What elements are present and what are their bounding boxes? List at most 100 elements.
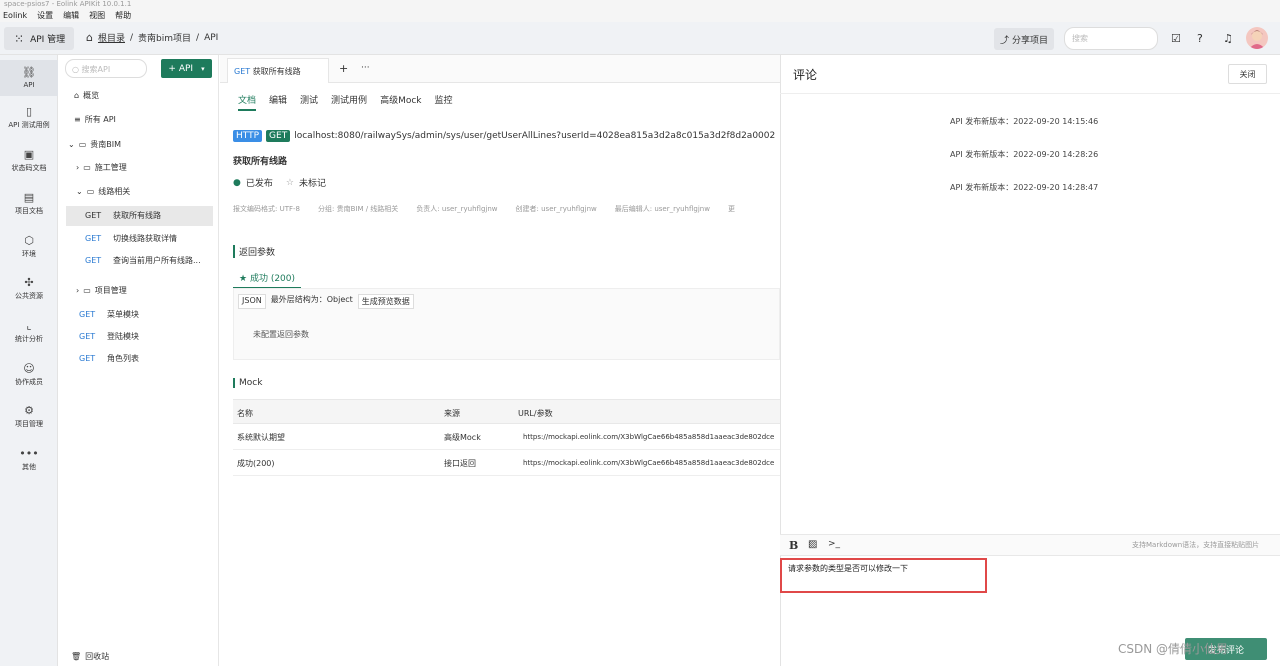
tab-test[interactable]: 测试 [300,93,318,111]
nav-statistics[interactable]: ⌞ 统计分析 [0,319,58,344]
chevron-down-icon: ⌄ [76,187,83,196]
tree-group-bim[interactable]: ⌄ ▭ 贵南BIM [68,139,121,150]
version-log: API 发布新版本：2022-09-20 14:15:46 [950,117,1099,126]
markdown-hint: 支持Markdown语法，支持直接粘贴图片 [1132,541,1260,549]
version-log: API 发布新版本：2022-09-20 14:28:47 [950,183,1099,192]
tab-more-button[interactable]: ··· [361,63,370,73]
tree-api-item[interactable]: GET 查询当前用户所有线路... [85,255,201,266]
tab-advanced-mock[interactable]: 高级Mock [380,93,421,111]
menu-eolink[interactable]: Eolink [3,9,27,22]
left-nav: ⛓ API ▯ API 测试用例 ▣ 状态码文档 ▤ 项目文档 ⬡ 环境 ✣ 公共资源 ⌞ 统… [0,55,58,666]
api-url-row: HTTP GET localhost:8080/railwaySys/admin… [233,130,775,142]
api-detail-panel [220,55,780,666]
nav-environment[interactable]: ⬡ 环境 [0,234,58,259]
table-row[interactable]: 成功(200) 接口返回 https://mockapi.eolink.com/… [233,450,780,476]
code-icon: ▣ [23,148,35,161]
nav-api[interactable]: ⛓ API [0,60,58,96]
users-icon: ☺ [23,362,35,375]
empty-response-text: 未配置返回参数 [253,330,309,339]
doc-tab-active[interactable]: GET 获取所有线路 [227,58,329,83]
tree-folder-project[interactable]: › ▭ 项目管理 [76,285,127,296]
recycle-bin[interactable]: 🗑 回收站 [71,651,109,662]
chevron-right-icon: › [76,163,80,172]
nav-members[interactable]: ☺ 协作成员 [0,362,58,387]
chevron-down-icon: ⌄ [68,140,75,149]
trash-icon: 🗑 [71,652,82,661]
tree-overview[interactable]: ⌂ 概览 [74,90,99,101]
breadcrumb: ⌂ 根目录 / 贵南bim项目 / API [86,31,219,44]
bold-icon[interactable]: B [789,539,798,552]
share-label: 分享项目 [1012,35,1049,46]
avatar[interactable] [1246,27,1268,49]
menu-view[interactable]: 视图 [89,9,105,22]
tree-api-item[interactable]: GET 菜单模块 [79,309,139,320]
add-tab-button[interactable]: + [339,62,348,75]
star-icon[interactable]: ☆ [286,178,294,188]
method-tag: GET [266,130,291,142]
protocol-tag: HTTP [233,130,263,142]
api-url: localhost:8080/railwaySys/admin/sys/user… [294,131,776,141]
breadcrumb-root[interactable]: 根目录 [98,31,125,44]
caret-down-icon: ▾ [201,64,205,73]
generate-preview-button[interactable]: 生成预览数据 [357,294,414,309]
chevron-right-icon: › [76,286,80,295]
search-icon: ○ [72,65,79,74]
inbox-icon[interactable]: ☑ [1171,32,1181,45]
folder-icon: ▭ [86,187,95,196]
tree-api-item[interactable]: GET 切换线路获取详情 [85,233,177,244]
tab-docs[interactable]: 文档 [238,93,257,111]
nav-other[interactable]: ••• 其他 [0,447,58,472]
folder-icon: ▭ [83,163,91,172]
mock-section-title: Mock [233,378,262,388]
tree-folder-lines[interactable]: ⌄ ▭ 线路相关 [76,186,130,197]
home-icon: ⌂ [74,91,80,100]
tree-all-api[interactable]: ≡ 所有 API [74,114,116,125]
share-project-button[interactable]: ⤴ 分享项目 [994,28,1054,50]
star-icon: ★ [239,274,248,284]
share-icon: ⤴ [999,35,1009,46]
tree-api-item[interactable]: GET 获取所有线路 [85,210,161,221]
bell-icon[interactable]: ♫ [1223,32,1233,45]
status-badge[interactable]: 已发布 [246,176,273,189]
tree-api-item[interactable]: GET 登陆模块 [79,331,139,342]
help-icon[interactable]: ? [1197,32,1203,45]
code-icon[interactable]: >_ [828,539,840,549]
divider [780,93,1280,94]
version-log: API 发布新版本：2022-09-20 14:28:26 [950,150,1099,159]
sub-tabs: 文档 编辑 测试 测试用例 高级Mock 监控 [238,93,453,111]
image-icon[interactable]: ▨ [808,539,817,550]
global-search-input[interactable]: 搜索 [1064,27,1158,50]
nav-public-resources[interactable]: ✣ 公共资源 [0,276,58,301]
tab-monitor[interactable]: 监控 [435,93,453,111]
menu-settings[interactable]: 设置 [37,9,53,22]
nav-project-management[interactable]: ⚙ 项目管理 [0,404,58,429]
tree-folder-construction[interactable]: › ▭ 施工管理 [76,162,127,173]
highlight-box [780,558,987,593]
nav-status-codes[interactable]: ▣ 状态码文档 [0,148,58,173]
api-meta: 报文编码格式: UTF-8 分组: 贵南BIM / 线路相关 负责人: user… [233,205,735,213]
clipboard-icon: ▯ [25,105,33,118]
folder-icon: ▭ [78,140,87,149]
tree-api-item[interactable]: GET 角色列表 [79,353,139,364]
add-api-button[interactable]: + API ▾ [161,59,212,78]
more-icon: ••• [19,447,39,460]
breadcrumb-project[interactable]: 贵南bim项目 [138,31,191,44]
api-status-row: ● 已发布 ☆ 未标记 [233,176,326,190]
home-icon: ⌂ [86,31,93,44]
nav-api-testcases[interactable]: ▯ API 测试用例 [0,105,58,130]
close-button[interactable]: 关闭 [1228,64,1267,84]
grid-icon: ⁙ [14,31,25,46]
api-management-button[interactable]: ⁙ API 管理 [4,27,74,50]
table-row[interactable]: 系统默认期望 高级Mock https://mockapi.eolink.com… [233,424,780,450]
tab-edit[interactable]: 编辑 [269,93,287,111]
response-tab-success[interactable]: ★ 成功 (200) [233,270,302,289]
menu-edit[interactable]: 编辑 [63,9,79,22]
menu-help[interactable]: 帮助 [115,9,131,22]
api-search-input[interactable]: ○ 搜索API [65,59,147,78]
format-json[interactable]: JSON [238,294,266,309]
nav-project-docs[interactable]: ▤ 项目文档 [0,191,58,216]
tab-testcases[interactable]: 测试用例 [331,93,367,111]
settings-icon: ⚙ [24,404,34,417]
outer-structure: 最外层结构为：Object [270,295,353,304]
mark-label: 未标记 [298,179,326,189]
